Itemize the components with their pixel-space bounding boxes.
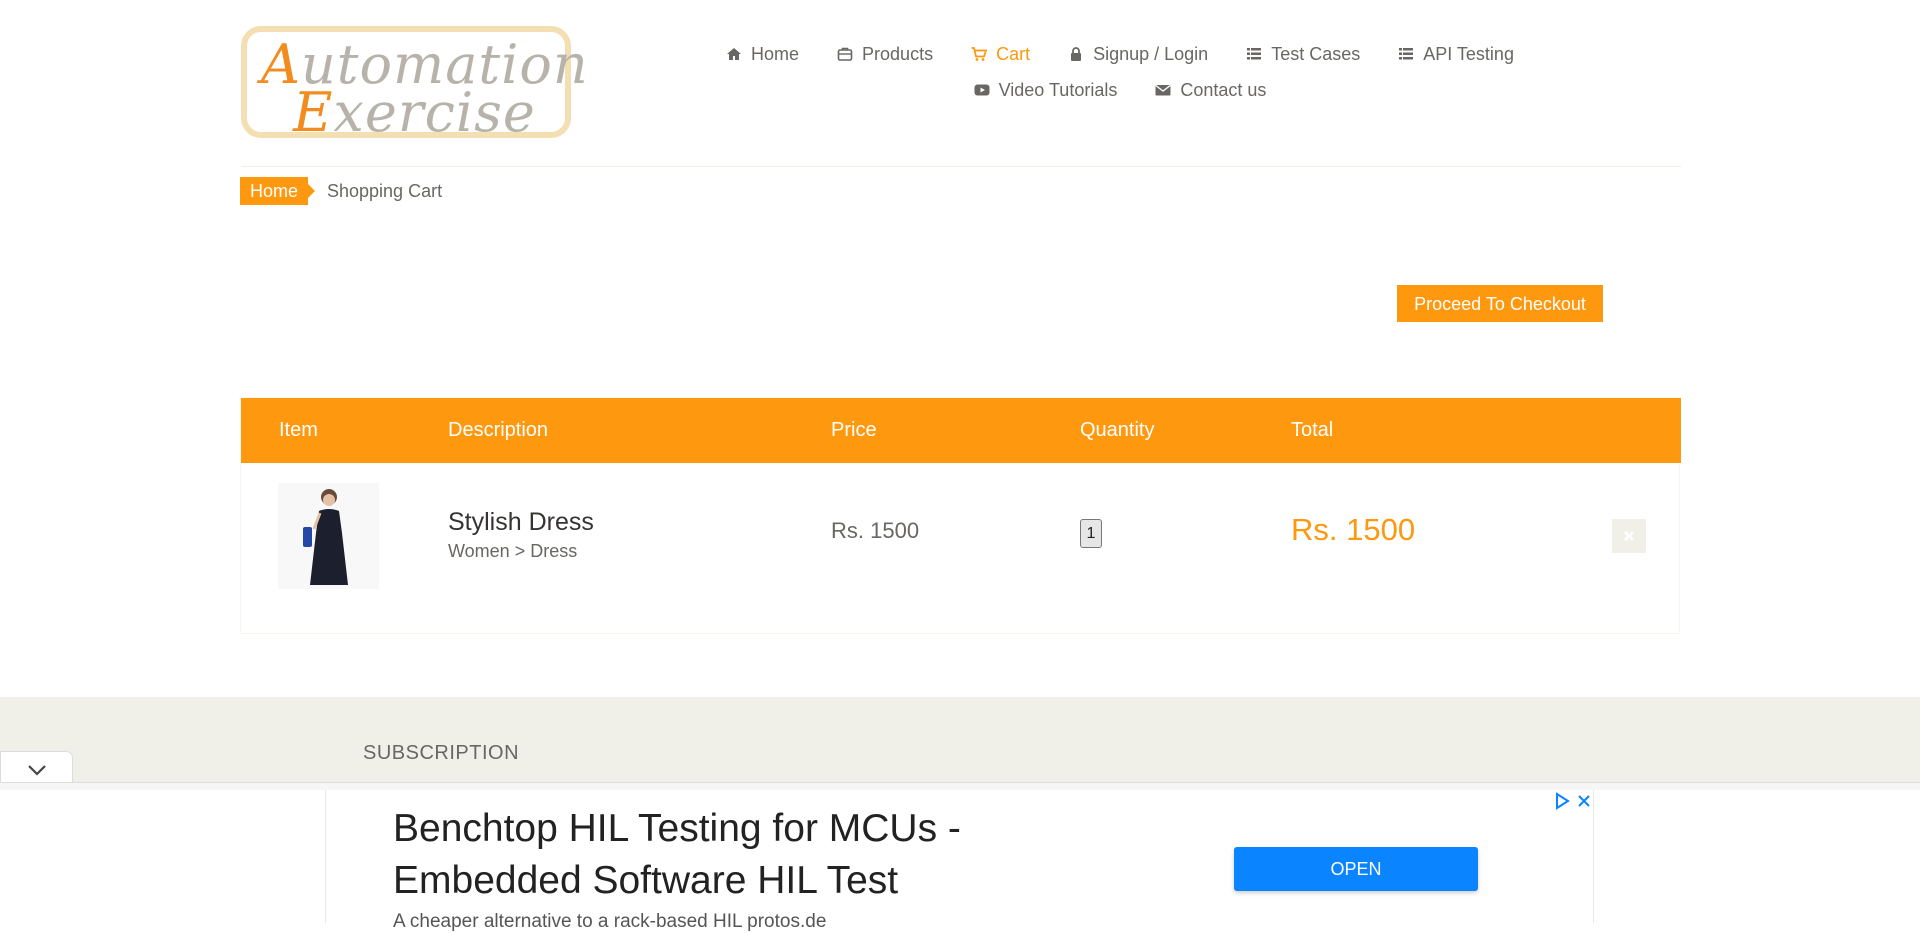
nav-video-tutorials[interactable]: Video Tutorials <box>974 79 1118 101</box>
ad-open-button[interactable]: OPEN <box>1234 847 1478 891</box>
nav-row-secondary: Video Tutorials Contact us <box>700 72 1540 108</box>
nav-home-label: Home <box>751 43 800 64</box>
quantity-button[interactable]: 1 <box>1080 519 1102 548</box>
cart-icon <box>971 47 988 61</box>
youtube-icon <box>974 84 990 96</box>
logo-line-2: Exercise <box>293 86 536 140</box>
logo-initial-e: E <box>293 81 334 144</box>
cart-table: Item Description Price Quantity Total St… <box>240 397 1681 634</box>
ad-close-icon[interactable] <box>1575 792 1593 810</box>
logo-text-exercise: xercise <box>333 81 536 144</box>
ad-collapse-button[interactable] <box>0 751 73 785</box>
home-icon <box>727 48 742 60</box>
nav-video-tutorials-label: Video Tutorials <box>998 79 1118 100</box>
ad-choices-icon[interactable] <box>1553 792 1571 810</box>
nav-row-primary: Home Products Cart Signup / Login Test C… <box>700 36 1540 72</box>
header-description: Description <box>448 419 549 441</box>
nav-home[interactable]: Home <box>726 44 799 65</box>
nav-products-label: Products <box>862 43 934 64</box>
product-category: Women > Dress <box>448 541 578 561</box>
nav-cart[interactable]: Cart <box>971 44 1030 65</box>
site-logo[interactable]: Automation Exercise <box>241 26 588 140</box>
delete-item-button[interactable] <box>1612 519 1646 553</box>
product-name[interactable]: Stylish Dress <box>448 508 594 537</box>
main-navigation: Home Products Cart Signup / Login Test C… <box>700 36 1540 108</box>
nav-signup-login[interactable]: Signup / Login <box>1068 44 1208 65</box>
product-price: Rs. 1500 <box>831 518 920 543</box>
list-icon <box>1399 48 1414 60</box>
ad-subtitle[interactable]: A cheaper alternative to a rack-based HI… <box>393 910 826 933</box>
ad-divider <box>0 782 1920 790</box>
subscription-heading: SUBSCRIPTION <box>363 742 520 764</box>
nav-contact-us[interactable]: Contact us <box>1155 80 1266 101</box>
envelope-icon <box>1155 84 1171 96</box>
header-item: Item <box>279 419 318 441</box>
nav-api-testing-label: API Testing <box>1423 43 1514 64</box>
nav-cart-label: Cart <box>996 43 1031 64</box>
nav-test-cases-label: Test Cases <box>1271 43 1361 64</box>
header-quantity: Quantity <box>1080 419 1155 441</box>
nav-test-cases[interactable]: Test Cases <box>1246 44 1360 65</box>
nav-contact-us-label: Contact us <box>1180 79 1267 100</box>
product-total: Rs. 1500 <box>1291 512 1416 547</box>
proceed-to-checkout-button[interactable]: Proceed To Checkout <box>1397 285 1603 322</box>
breadcrumb-home[interactable]: Home <box>240 177 316 205</box>
list-icon <box>1247 48 1262 60</box>
lock-icon <box>1071 47 1082 61</box>
breadcrumb-current: Shopping Cart <box>327 181 443 201</box>
header-divider <box>241 166 1681 167</box>
ad-title[interactable]: Benchtop HIL Testing for MCUs - Embedded… <box>393 803 1043 907</box>
products-icon <box>837 47 853 61</box>
header-total: Total <box>1291 419 1334 441</box>
header-price: Price <box>831 419 877 441</box>
chevron-down-icon <box>28 765 46 776</box>
nav-api-testing[interactable]: API Testing <box>1398 44 1514 65</box>
product-image[interactable] <box>278 483 379 589</box>
close-icon <box>1623 530 1635 542</box>
cart-table-header: Item Description Price Quantity Total <box>241 398 1681 463</box>
page: Automation Exercise Home Products Cart S… <box>0 0 1920 932</box>
nav-signup-login-label: Signup / Login <box>1093 43 1209 64</box>
nav-products[interactable]: Products <box>837 44 933 65</box>
